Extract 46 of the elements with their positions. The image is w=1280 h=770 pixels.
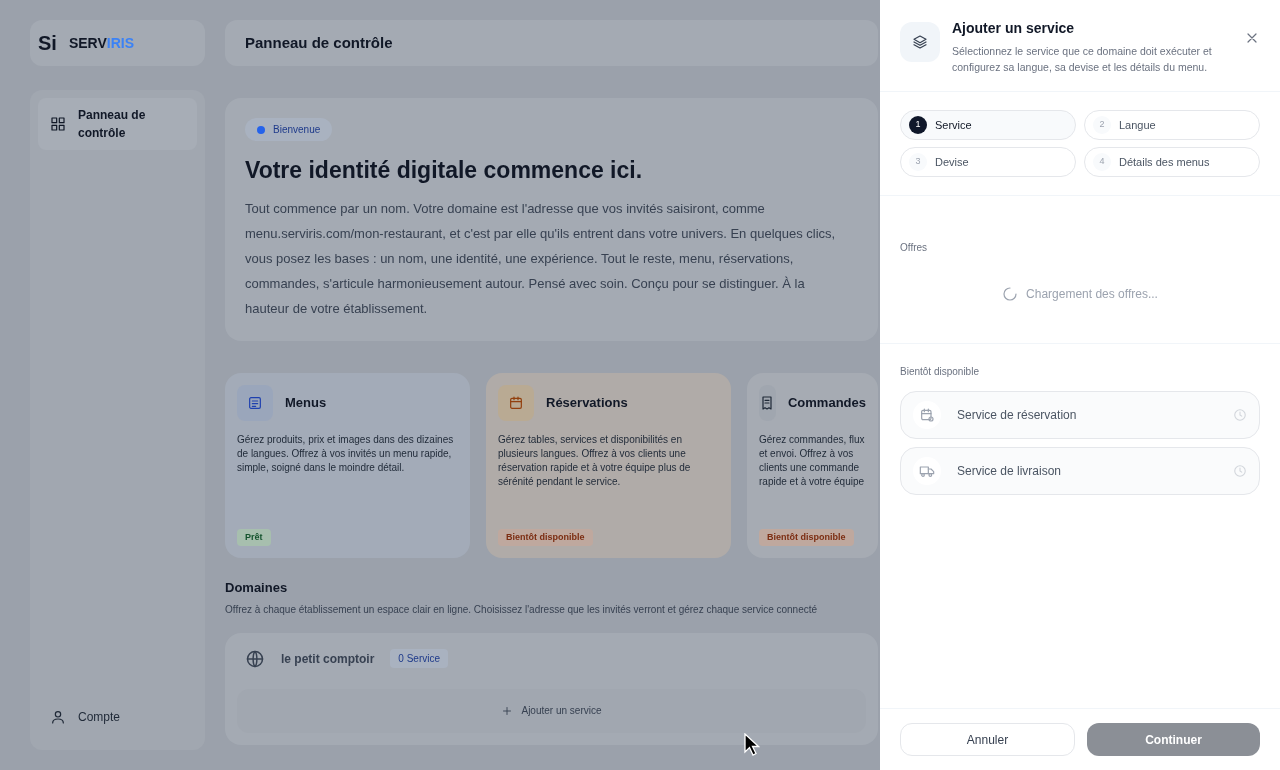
feature-title: Commandes <box>787 393 866 412</box>
step-tab[interactable]: 1 Service <box>900 110 1076 140</box>
feature-icon <box>247 394 263 411</box>
domains-text: Offrez à chaque établissement un espace clair en ligne. Choisissez l'adresse que les invités verront et gérez chaque service connecté <box>225 602 819 617</box>
dialog-title: Ajouter un service <box>952 19 1076 38</box>
status-badge: Prêt <box>237 528 271 546</box>
loading-text: Chargement des offres... <box>1026 286 1158 303</box>
truck-icon <box>919 463 935 479</box>
layers-icon <box>912 34 928 50</box>
feature-title: Menus <box>285 393 327 412</box>
cursor-icon <box>744 733 760 757</box>
status-badge: Bientôt disponible <box>498 528 593 546</box>
logo-mark: Si <box>38 31 57 56</box>
feature-text: Gérez produits, prix et images dans des dizaines de langues. Offrez à vos invités un menu rapide, simple, soigné dans le moindre détail. <box>237 432 455 475</box>
domains-title: Domaines <box>225 579 289 597</box>
service-label: Service de réservation <box>957 407 1078 424</box>
coming-soon-title: Bientôt disponible <box>900 365 980 379</box>
status-badge: Bientôt disponible <box>759 528 854 546</box>
calendar-icon <box>919 407 935 423</box>
feature-text: Gérez commandes, flux et envoi. Offrez à vos clients une commande rapide et à votre équipe <box>759 432 866 489</box>
dashboard-icon <box>50 116 66 132</box>
step-tab[interactable]: 4 Détails des menus <box>1084 147 1260 177</box>
service-count-badge: 0 Service <box>390 649 449 668</box>
globe-icon <box>245 648 265 669</box>
step-tab[interactable]: 2 Langue <box>1084 110 1260 140</box>
clock-icon <box>1233 464 1247 478</box>
feature-title: Réservations <box>546 393 628 412</box>
header-title: Panneau de contrôle <box>245 32 393 53</box>
clock-icon <box>1233 408 1247 422</box>
feature-text: Gérez tables, services et disponibilités en plusieurs langues. Offrez à vos clients une réservation rapide et à votre équipe plus de sérénité pendant le service. <box>498 432 692 489</box>
step-tab[interactable]: 3 Devise <box>900 147 1076 177</box>
service-label: Service de livraison <box>957 463 1063 480</box>
logo-text: SERVIRIS <box>68 33 134 53</box>
domain-name: le petit comptoir <box>281 650 375 668</box>
welcome-text: Tout commence par un nom. Votre domaine est l'adresse que vos invités saisiront, comme menu.serviris.com/mon-restaurant, et c'est par elle qu'ils entrent dans votre univers. En quelques clics, vous posez les bases : un nom, une identité, une expérience. Tout le reste, menu, réservations, commandes, s'articule harmonieusement autour. Pensé avec soin. Conçu pour se distinguer. À la hauteur de votre établissement. <box>245 199 837 318</box>
welcome-badge: Bienvenue <box>245 118 333 141</box>
cancel-button[interactable]: Annuler <box>900 723 1075 756</box>
account-item[interactable]: Compte <box>38 700 197 734</box>
offers-title: Offres <box>900 241 929 255</box>
spinner-icon <box>1002 286 1019 302</box>
welcome-title: Votre identité digitale commence ici. <box>245 156 643 185</box>
dialog-subtitle: Sélectionnez le service que ce domaine doit exécuter et configurez sa langue, sa devise et les détails du menu. <box>952 44 1213 75</box>
plus-icon <box>501 704 514 717</box>
user-icon <box>50 709 66 725</box>
feature-icon <box>508 394 524 411</box>
sidebar-item[interactable]: Panneau de contrôle <box>38 98 197 150</box>
